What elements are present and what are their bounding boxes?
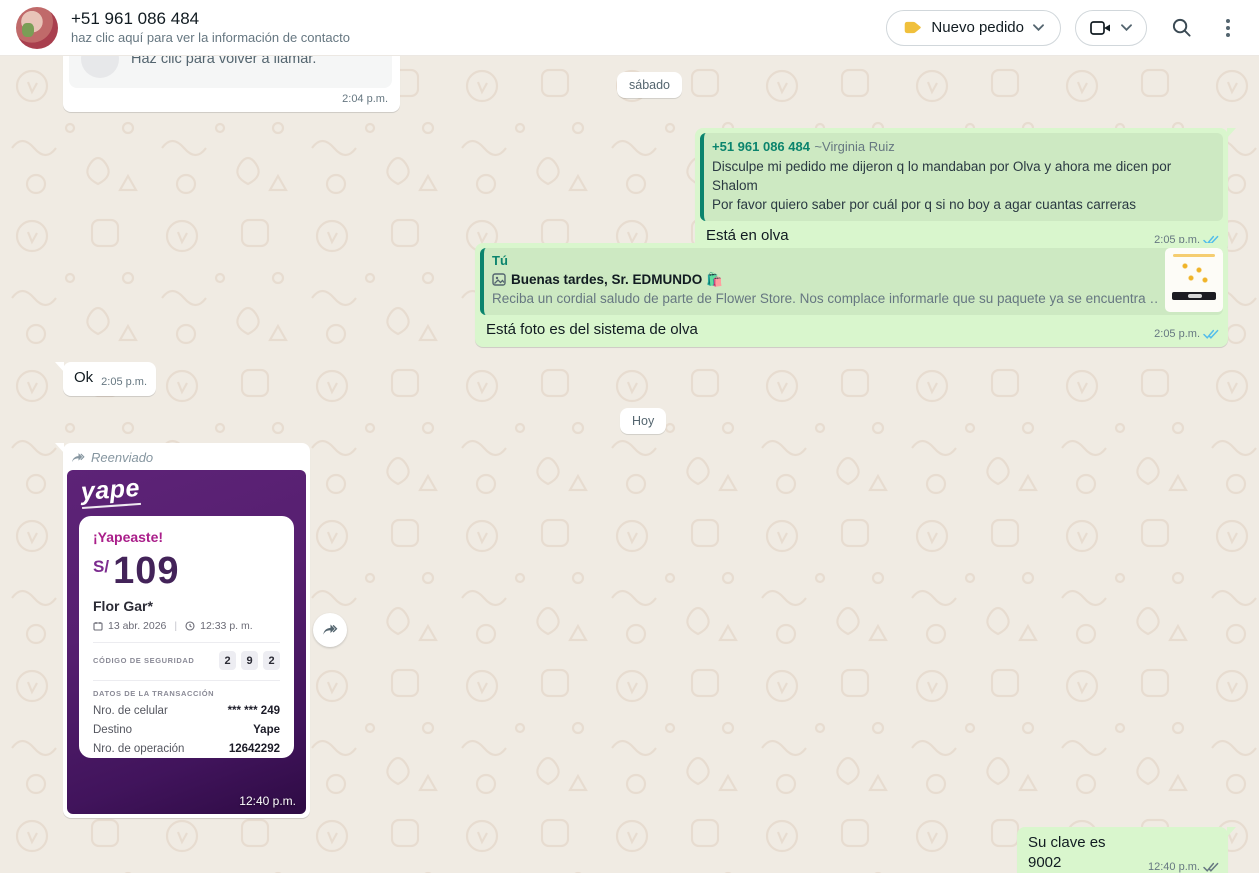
chevron-down-icon — [1121, 24, 1132, 31]
contact-subtitle: haz clic aquí para ver la información de… — [71, 29, 886, 47]
bubble-tail — [1227, 827, 1236, 837]
thumbnail-decoration — [1172, 292, 1216, 300]
forwarded-label: Reenviado — [91, 450, 153, 465]
security-code-label: CÓDIGO DE SEGURIDAD — [93, 656, 194, 665]
message-time: 2:05 p.m. — [101, 376, 147, 388]
yape-logo: yape — [80, 474, 141, 509]
outgoing-message-olva[interactable]: +51 961 086 484 ~Virginia Ruiz Disculpe … — [695, 128, 1228, 253]
video-camera-icon — [1090, 20, 1112, 36]
read-double-check-icon — [1203, 329, 1219, 340]
message-text: Ok — [74, 368, 93, 388]
quote-preview-text: Reciba un cordial saludo de parte de Flo… — [492, 289, 1157, 308]
contact-avatar[interactable] — [16, 7, 58, 49]
contact-info-area[interactable]: +51 961 086 484 haz clic aquí para ver l… — [71, 8, 886, 47]
transaction-row: Nro. de operación 12642292 — [93, 743, 280, 755]
menu-kebab-button[interactable] — [1215, 8, 1241, 48]
quote-title-row: Buenas tardes, Sr. EDMUNDO 🛍️ — [492, 270, 1157, 289]
forwarded-image-message[interactable]: Reenviado yape ¡Yapeaste! S/ 109 Flor Ga… — [63, 443, 310, 818]
security-code-row: CÓDIGO DE SEGURIDAD 2 9 2 — [93, 651, 280, 670]
currency-symbol: S/ — [93, 557, 109, 577]
delivered-double-check-icon — [1203, 862, 1219, 873]
incoming-message-ok[interactable]: Ok 2:05 p.m. — [63, 362, 156, 396]
forwarded-icon — [71, 452, 86, 464]
search-button[interactable] — [1161, 8, 1201, 48]
recipient-name: Flor Gar* — [93, 598, 280, 614]
receipt-time: 12:33 p. m. — [200, 620, 253, 632]
security-digit: 2 — [263, 651, 280, 670]
quoted-message[interactable]: +51 961 086 484 ~Virginia Ruiz Disculpe … — [700, 133, 1223, 221]
transaction-row: Destino Yape — [93, 724, 280, 736]
forward-message-button[interactable] — [313, 613, 347, 647]
quote-text-line2: Por favor quiero saber por cuál por q si… — [712, 195, 1213, 214]
quote-sender-you: Tú — [492, 253, 1157, 268]
outgoing-message-clave[interactable]: Su clave es 9002 12:40 p.m. — [1017, 827, 1228, 873]
chat-header: +51 961 086 484 haz clic aquí para ver l… — [0, 0, 1259, 56]
quote-sender-number: +51 961 086 484 — [712, 139, 810, 154]
quoted-image-thumbnail[interactable] — [1165, 248, 1223, 312]
date-divider-saturday: sábado — [617, 72, 682, 98]
thumbnail-decoration — [1179, 262, 1209, 284]
header-actions: Nuevo pedido — [886, 8, 1241, 48]
forward-arrow-icon — [322, 623, 339, 637]
message-time-overlay: 12:40 p.m. — [239, 794, 296, 808]
callback-card[interactable]: Haz clic para volver a llamar. — [69, 56, 392, 88]
yape-receipt-image[interactable]: yape ¡Yapeaste! S/ 109 Flor Gar* 13 abr.… — [67, 470, 306, 814]
whatsapp-chat-window: +51 961 086 484 haz clic aquí para ver l… — [0, 0, 1259, 873]
message-meta: 2:05 p.m. — [1154, 328, 1219, 340]
label-tag-icon — [903, 20, 922, 35]
message-text: Su clave es 9002 — [1028, 833, 1141, 873]
quote-title-text: Buenas tardes, Sr. EDMUNDO 🛍️ — [511, 270, 723, 289]
thumbnail-decoration — [1173, 254, 1215, 257]
security-digit: 2 — [219, 651, 236, 670]
new-order-button[interactable]: Nuevo pedido — [886, 10, 1061, 46]
message-list[interactable]: Haz clic para volver a llamar. 2:04 p.m.… — [0, 56, 1259, 873]
message-time: 2:05 p.m. — [1154, 328, 1200, 340]
message-time: 2:04 p.m. — [69, 88, 392, 105]
video-call-button[interactable] — [1075, 10, 1147, 46]
quote-sender-name: ~Virginia Ruiz — [814, 139, 894, 154]
yape-title: ¡Yapeaste! — [93, 529, 280, 545]
call-icon — [81, 56, 119, 78]
quoted-message[interactable]: Tú Buenas tardes, Sr. EDMUNDO 🛍️ Reciba … — [480, 248, 1223, 315]
new-order-label: Nuevo pedido — [931, 19, 1024, 36]
receipt-datetime-row: 13 abr. 2026 | 12:33 p. m. — [93, 620, 280, 632]
quote-text-line1: Disculpe mi pedido me dijeron q lo manda… — [712, 157, 1213, 195]
bubble-tail — [1227, 128, 1236, 138]
contact-title: +51 961 086 484 — [71, 8, 886, 29]
quote-header: +51 961 086 484 ~Virginia Ruiz — [712, 138, 1213, 156]
bubble-tail — [55, 443, 64, 453]
amount-value: 109 — [113, 552, 179, 590]
security-digit: 9 — [241, 651, 258, 670]
receipt-date: 13 abr. 2026 — [108, 620, 166, 632]
yape-receipt-card: ¡Yapeaste! S/ 109 Flor Gar* 13 abr. 2026… — [79, 516, 294, 758]
clock-icon — [185, 621, 195, 631]
date-divider-today: Hoy — [620, 408, 666, 434]
calendar-icon — [93, 621, 103, 631]
separator: | — [171, 620, 180, 632]
message-meta: 12:40 p.m. — [1148, 861, 1219, 873]
message-time: 12:40 p.m. — [1148, 861, 1200, 873]
photo-icon — [492, 273, 506, 286]
transaction-row: Nro. de celular *** *** 249 — [93, 705, 280, 717]
missed-call-message[interactable]: Haz clic para volver a llamar. 2:04 p.m. — [63, 56, 400, 112]
forwarded-label-row: Reenviado — [67, 447, 306, 470]
transaction-data-label: DATOS DE LA TRANSACCIÓN — [93, 689, 280, 698]
message-text: Está foto es del sistema de olva — [486, 320, 1154, 340]
outgoing-message-foto[interactable]: Tú Buenas tardes, Sr. EDMUNDO 🛍️ Reciba … — [475, 243, 1228, 347]
chevron-down-icon — [1033, 24, 1044, 31]
bubble-tail — [55, 362, 64, 372]
callback-text: Haz clic para volver a llamar. — [131, 56, 316, 67]
